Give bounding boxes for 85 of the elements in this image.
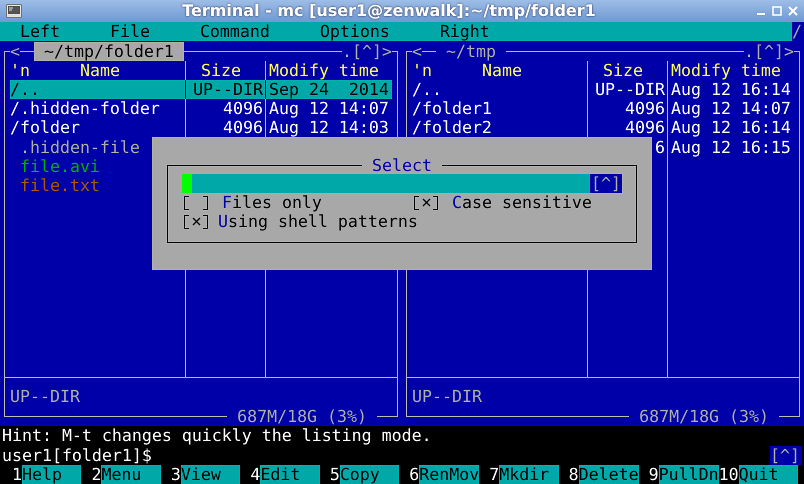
checkbox-label: Using shell patterns <box>218 212 418 231</box>
file-name: /.. <box>10 80 40 99</box>
function-key-number: 7 <box>488 464 500 484</box>
file-name: file.avi <box>20 156 100 176</box>
file-size: 6 <box>655 138 665 156</box>
file-size: UP--DIR <box>595 80 665 99</box>
file-name: /folder2 <box>412 118 492 138</box>
file-time: Aug 12 14:07 <box>671 99 791 118</box>
function-key-button[interactable]: Delete <box>578 464 639 484</box>
menu-item[interactable]: Right <box>440 22 490 42</box>
panel-controls[interactable]: .[^]> <box>744 42 794 61</box>
menu-item[interactable]: File <box>110 22 150 42</box>
window-title: Terminal - mc [user1@zenwalk]:~/tmp/folder1 <box>182 1 596 20</box>
file-time: Aug 12 16:14 <box>671 80 791 99</box>
column-header[interactable]: Modify time <box>671 60 781 80</box>
column-header[interactable]: Modify time <box>269 60 379 80</box>
checkbox-option[interactable]: Case sensitive <box>412 193 622 212</box>
terminal-icon <box>6 4 22 18</box>
mini-status: UP--DIR <box>10 387 80 406</box>
x-mark-icon <box>422 198 430 207</box>
file-time: Aug 12 14:07 <box>269 99 389 118</box>
command-prompt[interactable]: user1[folder1]$ <box>2 446 152 465</box>
close-icon[interactable] <box>788 6 798 16</box>
command-history-button[interactable]: [^] <box>770 446 802 465</box>
panel-path: ~/tmp <box>436 42 506 61</box>
hint-text: Hint: M-t changes quickly the listing mode. <box>2 426 432 446</box>
menu-item[interactable]: Options <box>320 22 390 42</box>
function-key-number: 4 <box>249 464 260 484</box>
mini-status: UP--DIR <box>412 387 482 406</box>
file-name: /folder1 <box>412 99 492 118</box>
file-name: /folder <box>10 118 80 138</box>
function-key-button[interactable]: PullDn <box>658 464 719 484</box>
file-row[interactable]: /folder1 4096 Aug 12 14:07 <box>412 99 794 118</box>
sort-indicator[interactable]: 'n <box>10 60 30 80</box>
function-key-number: 6 <box>408 464 420 484</box>
menu-item[interactable]: Left <box>20 22 60 42</box>
disk-usage: 687M/18G (3%) <box>629 406 779 426</box>
function-key-number: 5 <box>328 464 340 484</box>
panel-path: ~/tmp/folder1 <box>34 42 184 61</box>
function-key-button[interactable]: Edit <box>260 464 320 484</box>
file-name: file.txt <box>20 176 100 195</box>
checkbox[interactable] <box>182 212 208 231</box>
text-cursor <box>182 174 192 193</box>
function-key-number: 1 <box>11 464 22 484</box>
file-row[interactable]: /.hidden-folder 4096 Aug 12 14:07 <box>10 99 392 118</box>
function-key-number: 3 <box>170 464 181 484</box>
function-key-button[interactable]: Help <box>22 464 82 484</box>
file-name: /.hidden-folder <box>10 99 160 118</box>
column-header[interactable]: Name <box>80 60 120 80</box>
checkbox-label: Files only <box>222 193 322 212</box>
function-key-button[interactable]: Mkdir <box>499 464 559 484</box>
function-key-button[interactable]: Menu <box>101 464 161 484</box>
file-size: UP--DIR <box>193 80 263 99</box>
function-key-button[interactable]: Quit <box>738 464 798 484</box>
file-size: 4096 <box>625 99 665 118</box>
column-header[interactable]: Size <box>201 60 241 80</box>
file-time: Aug 12 16:15 <box>671 138 791 156</box>
column-header[interactable]: Name <box>482 60 522 80</box>
file-size: 4096 <box>625 118 665 138</box>
checkbox-option[interactable]: Files only <box>182 193 412 212</box>
function-key-button[interactable]: Copy <box>340 464 400 484</box>
file-size: 4096 <box>223 118 263 138</box>
function-key-number: 2 <box>90 464 102 484</box>
column-header[interactable]: Size <box>603 60 643 80</box>
function-key-number: 10 <box>718 464 739 484</box>
menu-item[interactable]: Command <box>200 22 270 42</box>
sort-indicator[interactable]: 'n <box>412 60 432 80</box>
function-key-button[interactable]: View <box>180 464 240 484</box>
input-history-button[interactable]: [^] <box>590 174 622 193</box>
file-name: /.. <box>412 80 442 99</box>
x-mark-icon <box>192 217 200 226</box>
function-key-number: 8 <box>568 464 579 484</box>
menu-bar-edge: / <box>792 22 803 42</box>
file-name: .hidden-file <box>20 138 140 156</box>
file-time: Aug 12 16:14 <box>671 118 791 138</box>
panel-controls[interactable]: .[^]> <box>342 42 392 61</box>
file-row[interactable]: /.. UP--DIR Aug 12 16:14 <box>412 80 794 99</box>
disk-usage: 687M/18G (3%) <box>227 406 377 426</box>
file-time: Sep 24 2014 <box>269 80 389 99</box>
file-size: 4096 <box>223 99 263 118</box>
function-key-number: 9 <box>648 464 659 484</box>
checkbox-label: Case sensitive <box>452 193 592 212</box>
file-row[interactable]: /.. UP--DIR Sep 24 2014 <box>10 80 392 99</box>
file-time: Aug 12 14:03 <box>269 118 389 138</box>
function-key-button[interactable]: RenMov <box>419 464 480 484</box>
